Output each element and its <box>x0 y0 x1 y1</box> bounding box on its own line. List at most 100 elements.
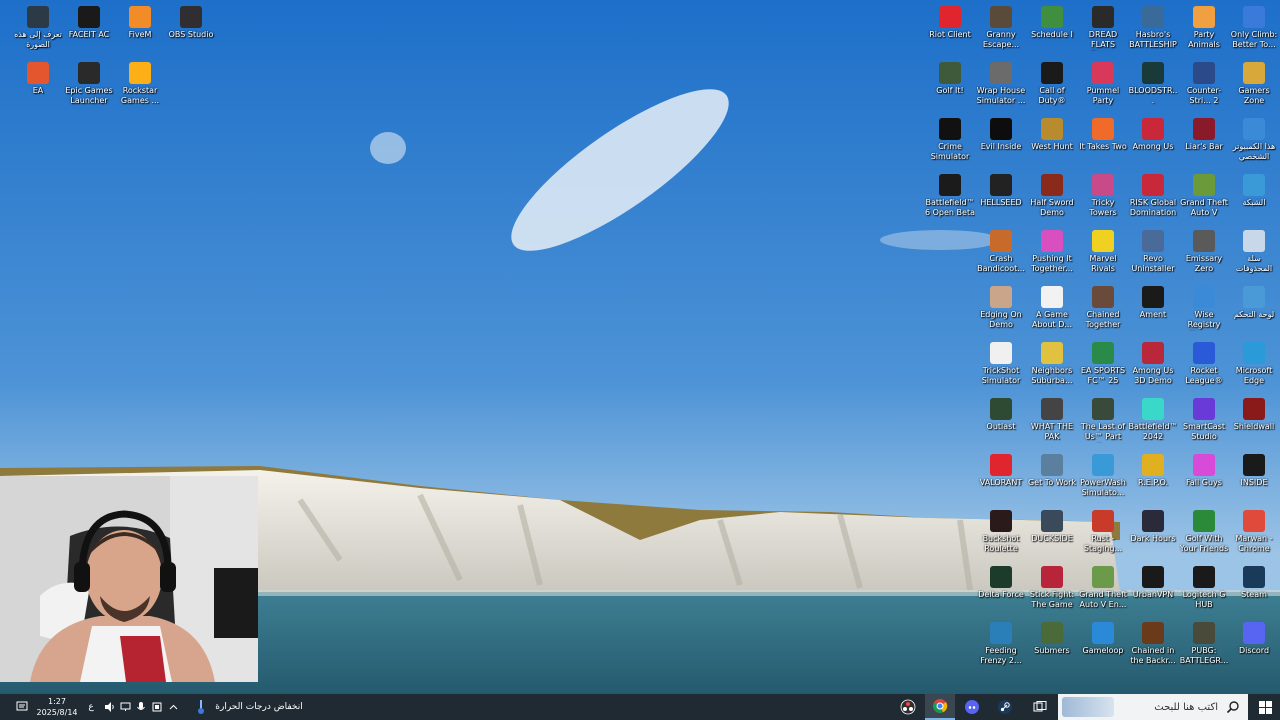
desktop-icon-c3-r8[interactable]: PowerWash Simulato... <box>1078 450 1128 498</box>
desktop-icon-c2-r4[interactable]: Pushing It Together... <box>1027 226 1077 274</box>
desktop-icon-c6-r9[interactable]: Marwan - Chrome <box>1229 506 1279 554</box>
desktop-icon-c6-r4[interactable]: سلة المحذوفات <box>1229 226 1279 274</box>
desktop-icon-c3-r2[interactable]: It Takes Two <box>1078 114 1128 152</box>
desktop-icon-c5-r2[interactable]: Liar's Bar <box>1179 114 1229 152</box>
desktop-icon-c4-r2[interactable]: Among Us <box>1128 114 1178 152</box>
desktop-icon-c6-r3[interactable]: الشبكة <box>1229 170 1279 208</box>
desktop-icon-c4-r9[interactable]: Dark Hours <box>1128 506 1178 544</box>
desktop-icon-c3-r5[interactable]: Chained Together <box>1078 282 1128 330</box>
clock[interactable]: 1:27 2025/8/14 <box>34 694 80 720</box>
network-icon[interactable] <box>118 694 132 720</box>
desktop-icon-c1-r10[interactable]: Delta Force <box>976 562 1026 600</box>
desktop-icon-c4-r7[interactable]: Battlefield™ 2042 <box>1128 394 1178 442</box>
desktop-icon-c4-r4[interactable]: Revo Uninstaller <box>1128 226 1178 274</box>
desktop-icon-left-2[interactable]: FiveM <box>115 2 165 40</box>
desktop-icon-c6-r5[interactable]: لوحة التحكم <box>1229 282 1279 320</box>
desktop-icon-c1-r3[interactable]: HELLSEED <box>976 170 1026 208</box>
desktop-icon-c1-r2[interactable]: Evil Inside <box>976 114 1026 152</box>
desktop-icon-c0-r1[interactable]: Golf It! <box>925 58 975 96</box>
desktop-icon-c4-r10[interactable]: UrbanVPN <box>1128 562 1178 600</box>
desktop-icon-c0-r3[interactable]: Battlefield™ 6 Open Beta <box>925 170 975 218</box>
thermometer-icon[interactable] <box>194 694 208 720</box>
chrome-taskbar-button[interactable] <box>925 694 955 720</box>
desktop-icon-c6-r1[interactable]: Gamers Zone <box>1229 58 1279 106</box>
start-button[interactable] <box>1250 694 1280 720</box>
desktop-icon-c4-r8[interactable]: R.E.P.O. <box>1128 450 1178 488</box>
desktop-icon-left-1[interactable]: FACEIT AC <box>64 2 114 40</box>
desktop-icon-c3-r6[interactable]: EA SPORTS FC™ 25 <box>1078 338 1128 386</box>
desktop-icon-c2-r0[interactable]: Schedule I <box>1027 2 1077 40</box>
desktop-icon-c1-r7[interactable]: Outlast <box>976 394 1026 432</box>
desktop-icon-c5-r0[interactable]: Party Animals <box>1179 2 1229 50</box>
desktop-icon-c4-r0[interactable]: Hasbro's BATTLESHIP <box>1128 2 1178 50</box>
desktop-icon-c1-r8[interactable]: VALORANT <box>976 450 1026 488</box>
desktop-icon-c6-r6[interactable]: Microsoft Edge <box>1229 338 1279 386</box>
desktop-icon-c3-r9[interactable]: Rust - Staging... <box>1078 506 1128 554</box>
desktop-icon-c2-r9[interactable]: DUCKSIDE <box>1027 506 1077 544</box>
desktop-icon-c6-r7[interactable]: Shieldwall <box>1229 394 1279 432</box>
desktop-icon-c2-r7[interactable]: WHAT THE PAK <box>1027 394 1077 442</box>
desktop-icon-c2-r1[interactable]: Call of Duty® <box>1027 58 1077 106</box>
desktop-icon-c6-r0[interactable]: Only Climb: Better To... <box>1229 2 1279 50</box>
desktop-icon-left-5[interactable]: Epic Games Launcher <box>64 58 114 106</box>
desktop-icon-c5-r1[interactable]: Counter-Stri... 2 <box>1179 58 1229 106</box>
task-view-button[interactable] <box>1025 694 1055 720</box>
device-icon[interactable] <box>150 694 164 720</box>
desktop-icon-c3-r11[interactable]: Gameloop <box>1078 618 1128 656</box>
desktop-icon-c2-r8[interactable]: Get To Work <box>1027 450 1077 488</box>
desktop-icon-c3-r10[interactable]: Grand Theft Auto V En... <box>1078 562 1128 610</box>
desktop-icon-c1-r11[interactable]: Feeding Frenzy 2... <box>976 618 1026 666</box>
desktop-icon-c5-r5[interactable]: Wise Registry Cleaner <box>1179 282 1229 331</box>
desktop-icon-c5-r3[interactable]: Grand Theft Auto V <box>1179 170 1229 218</box>
desktop-icon-c3-r7[interactable]: The Last of Us™ Part II... <box>1078 394 1128 443</box>
desktop-icon-c2-r10[interactable]: Stick Fight: The Game <box>1027 562 1077 610</box>
desktop-icon-c5-r8[interactable]: Fall Guys <box>1179 450 1229 488</box>
desktop-icon-c2-r5[interactable]: A Game About D... <box>1027 282 1077 330</box>
desktop-icon-c5-r9[interactable]: Golf With Your Friends <box>1179 506 1229 554</box>
desktop-icon-c6-r10[interactable]: Steam <box>1229 562 1279 600</box>
desktop-icon-c3-r1[interactable]: Pummel Party <box>1078 58 1128 106</box>
desktop-icon-c2-r6[interactable]: Neighbors Suburba... <box>1027 338 1077 386</box>
desktop-icon-left-4[interactable]: EA <box>13 58 63 96</box>
desktop-icon-c5-r4[interactable]: Emissary Zero <box>1179 226 1229 274</box>
desktop-icon-c0-r2[interactable]: Crime Simulator <box>925 114 975 162</box>
desktop-icon-c3-r4[interactable]: Marvel Rivals <box>1078 226 1128 274</box>
obs-taskbar-button[interactable] <box>893 694 923 720</box>
language-indicator[interactable]: ع <box>84 694 98 720</box>
search-input[interactable]: اكتب هنا للبحث <box>1058 694 1248 720</box>
microphone-icon[interactable] <box>134 694 148 720</box>
desktop-icon-c6-r11[interactable]: Discord <box>1229 618 1279 656</box>
desktop-icon-c3-r3[interactable]: Tricky Towers <box>1078 170 1128 218</box>
desktop-icon-c1-r9[interactable]: Buckshot Roulette <box>976 506 1026 554</box>
desktop-icon-c2-r2[interactable]: West Hunt <box>1027 114 1077 152</box>
desktop-icon-c2-r11[interactable]: Submers <box>1027 618 1077 656</box>
weather-text[interactable]: انخفاض درجات الحرارة <box>214 694 304 720</box>
desktop-icon-c2-r3[interactable]: Half Sword Demo <box>1027 170 1077 218</box>
desktop-icon-left-0[interactable]: تعرف إلى هذه الصورة <box>13 2 63 50</box>
desktop-icon-c5-r11[interactable]: PUBG: BATTLEGR... <box>1179 618 1229 666</box>
desktop-icon-left-6[interactable]: Rockstar Games ... <box>115 58 165 106</box>
desktop-icon-c5-r7[interactable]: SmartCast Studio <box>1179 394 1229 442</box>
desktop-icon-c4-r3[interactable]: RISK Global Domination <box>1128 170 1178 218</box>
chevron-up-icon[interactable] <box>166 694 180 720</box>
desktop-icon-c1-r0[interactable]: Granny Escape... <box>976 2 1026 50</box>
desktop-icon-c6-r2[interactable]: هذا الكمبيوتر الشخصي <box>1229 114 1279 162</box>
desktop-icon-c0-r0[interactable]: Riot Client <box>925 2 975 40</box>
desktop-icon-c6-r8[interactable]: INSIDE <box>1229 450 1279 488</box>
desktop-icon-c4-r5[interactable]: Ament <box>1128 282 1178 320</box>
desktop-icon-c1-r5[interactable]: Edging On Demo <box>976 282 1026 330</box>
discord-taskbar-button[interactable] <box>957 694 987 720</box>
desktop-icon-c4-r6[interactable]: Among Us 3D Demo <box>1128 338 1178 386</box>
desktop-icon-c1-r4[interactable]: Crash Bandicoot... <box>976 226 1026 274</box>
desktop-icon-c5-r10[interactable]: Logitech G HUB <box>1179 562 1229 610</box>
volume-icon[interactable] <box>102 694 116 720</box>
desktop-icon-c3-r0[interactable]: DREAD FLATS Demo <box>1078 2 1128 51</box>
action-center-icon[interactable] <box>12 694 32 720</box>
desktop-icon-c4-r11[interactable]: Chained in the Backr... <box>1128 618 1178 666</box>
steam-taskbar-button[interactable] <box>990 694 1020 720</box>
desktop-icon-c5-r6[interactable]: Rocket League® <box>1179 338 1229 386</box>
desktop-icon-left-3[interactable]: OBS Studio <box>166 2 216 40</box>
desktop-icon-c1-r1[interactable]: Wrap House Simulator ... <box>976 58 1026 106</box>
desktop-icon-c1-r6[interactable]: TrickShot Simulator <box>976 338 1026 386</box>
desktop-icon-c4-r1[interactable]: BLOODSTR... <box>1128 58 1178 106</box>
